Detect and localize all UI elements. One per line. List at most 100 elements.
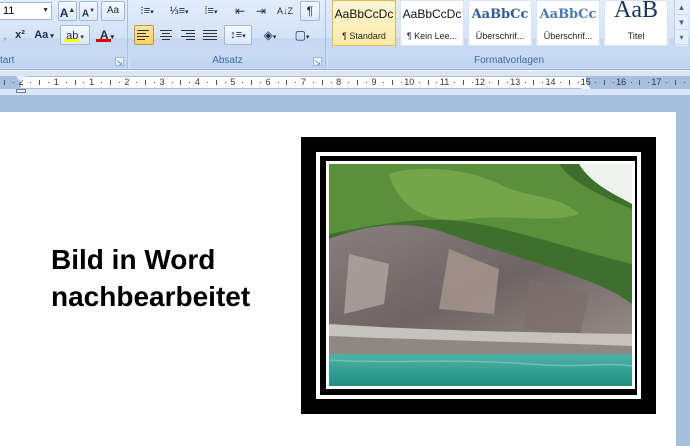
styles-group: AaBbCcDc ¶ Standard AaBbCcDc ¶ Kein Lee.… [328,0,690,70]
borders-button[interactable]: ▢▾ [288,25,316,45]
change-case-button[interactable]: Aa ▾ [31,25,57,45]
clear-formatting-button[interactable]: Aa [101,1,125,21]
styles-gallery: AaBbCcDc ¶ Standard AaBbCcDc ¶ Kein Lee.… [332,0,688,46]
ruler-dot [489,82,490,83]
align-left-button[interactable] [134,25,154,45]
ruler-dot [666,82,667,83]
scroll-up-icon[interactable]: ▲ [675,0,688,15]
ruler-dot [331,82,332,83]
ruler-dot [66,82,67,83]
ruler-number: 9 [371,77,377,87]
align-center-button[interactable] [156,25,176,45]
horizontal-ruler[interactable]: 2 1 1 2 3 4 5 6 7 8 9 10 11 12 13 14 15 16 17 [0,71,690,95]
ruler-dot [401,82,402,83]
shading-button[interactable]: ◈▾ [256,25,284,45]
ruler-number: 1 [89,77,95,87]
shrink-font-button[interactable]: A▼ [79,1,98,21]
scroll-down-icon[interactable]: ▼ [675,15,688,30]
style-heading-1[interactable]: AaBbCc Überschrif... [468,0,532,46]
gallery-scroll: ▲ ▼ ▾ [674,0,688,46]
ruler-dot [30,82,31,83]
bullets-button[interactable]: ⁝≡▾ [132,1,162,21]
ruler-half-tick [428,80,429,85]
highlight-button[interactable]: ab ▾ [60,25,90,45]
justify-button[interactable] [200,25,220,45]
line-spacing-button[interactable]: ↕≡▾ [224,25,252,45]
style-title[interactable]: AaB Titel [604,0,668,46]
ruler-dot [419,82,420,83]
framed-picture[interactable] [301,137,656,414]
ruler-dot [313,82,314,83]
decrease-indent-button[interactable]: ⇤ [230,1,250,21]
superscript-button[interactable]: x² [9,25,31,45]
clear-format-icon: Aa [106,5,120,16]
dialog-launcher-icon[interactable]: ↘ [115,57,124,67]
ruler-number: 2 [124,77,130,87]
grow-font-button[interactable]: A▲ [58,1,77,21]
ruler-dot [613,82,614,83]
right-indent-marker[interactable] [581,83,591,89]
ruler-dot [189,82,190,83]
ruler-dot [278,82,279,83]
paint-bucket-icon: ◈ [263,28,273,42]
ruler-number: 16 [616,77,627,87]
font-group: 11 ▼ A▲ A▼ Aa , x² Aa ▾ ab ▾ A ▾ tart ↘ [0,0,128,70]
dialog-launcher-icon[interactable]: ↘ [313,57,322,67]
ruler-dot [136,82,137,83]
ruler-number: 13 [510,77,521,87]
font-size-combobox[interactable]: 11 ▼ [0,2,52,20]
ruler-half-tick [639,80,640,85]
ruler-dot [436,82,437,83]
more-styles-icon[interactable]: ▾ [675,30,688,45]
style-heading-2[interactable]: AaBbCc Überschrif... [536,0,600,46]
increase-indent-button[interactable]: ⇥ [251,1,271,21]
bullet-list-icon: ⁝≡ [140,5,151,17]
ruler-dot [83,82,84,83]
ruler-number: 5 [230,77,236,87]
multilevel-list-button[interactable]: ⁞≡▾ [196,1,226,21]
font-size-value: 11 [3,5,15,17]
line-spacing-icon: ↕≡ [230,29,243,41]
numbered-list-icon: ⅓≡ [169,5,186,17]
style-no-spacing[interactable]: AaBbCcDc ¶ Kein Lee... [400,0,464,46]
numbering-button[interactable]: ⅓≡▾ [164,1,194,21]
pilcrow-icon: ¶ [306,4,314,18]
ruler-half-tick [145,80,146,85]
document-heading[interactable]: Bild in Word nachbearbeitet [51,241,291,315]
picture-inner-border [326,161,635,389]
ruler-half-tick [392,80,393,85]
ruler-half-tick [75,80,76,85]
sort-button[interactable]: A↓Z [274,1,296,21]
ruler-half-tick [216,80,217,85]
ruler-half-tick [286,80,287,85]
ruler-dot [207,82,208,83]
ruler-number: 10 [404,77,415,87]
ruler-dot [383,82,384,83]
ruler-dot [154,82,155,83]
chevron-down-icon[interactable]: ▼ [42,3,49,19]
ruler-dot [48,82,49,83]
ruler-dot [366,82,367,83]
left-indent-marker[interactable] [16,89,26,93]
ruler-dot [507,82,508,83]
show-formatting-button[interactable]: ¶ [300,1,320,21]
ruler-dot [684,82,685,83]
ruler-dot [542,82,543,83]
font-group-label: tart [0,54,127,68]
ruler-dot [295,82,296,83]
ruler-half-tick [180,80,181,85]
ruler-dot [13,82,14,83]
highlight-color-bar [64,39,79,42]
paragraph-group: ⁝≡▾ ⅓≡▾ ⁞≡▾ ⇤ ⇥ A↓Z ¶ ↕≡▾ ◈▾ ▢▾ Absatz ↘ [130,0,326,70]
ruler-number: 1 [53,77,59,87]
ruler-half-tick [322,80,323,85]
font-color-button[interactable]: A ▾ [92,25,122,45]
ruler-dot [578,82,579,83]
ruler-number: 14 [545,77,556,87]
styles-group-label: Formatvorlagen [328,54,690,68]
first-line-indent-marker[interactable] [16,76,26,82]
style-standard[interactable]: AaBbCcDc ¶ Standard [332,0,396,46]
ruler-dot [225,82,226,83]
align-right-button[interactable] [178,25,198,45]
coastal-cliff-photo [329,164,632,386]
